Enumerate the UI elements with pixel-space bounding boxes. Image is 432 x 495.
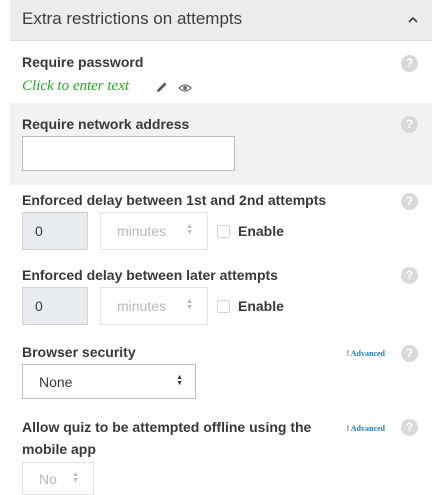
delay-first-value[interactable]: 0 (22, 212, 88, 250)
delay-later-enable-checkbox[interactable] (217, 300, 230, 313)
require-network-label: Require network address (22, 116, 190, 132)
select-arrows-icon: ▲ ▼ (186, 223, 193, 236)
help-icon[interactable]: ? (401, 55, 418, 72)
offline-selected: No (39, 471, 57, 487)
extra-restrictions-panel: Extra restrictions on attempts Require p… (10, 0, 432, 495)
delay-first-unit-select[interactable]: minutes ▲ ▼ (100, 212, 208, 250)
delay-later-label: Enforced delay between later attempts (22, 267, 278, 283)
pencil-icon[interactable] (156, 81, 168, 93)
offline-label-line2: mobile app (22, 441, 96, 457)
section-title: Extra restrictions on attempts (22, 9, 243, 28)
network-address-input[interactable] (22, 136, 235, 171)
password-click-to-edit[interactable]: Click to enter text (22, 78, 129, 95)
delay-later-unit: minutes (117, 298, 167, 314)
delay-first-label: Enforced delay between 1st and 2nd attem… (22, 192, 327, 208)
help-icon[interactable]: ? (401, 419, 418, 436)
advanced-link[interactable]: ! Advanced (347, 424, 385, 433)
require-password-label: Require password (22, 54, 144, 70)
help-icon[interactable]: ? (401, 345, 418, 362)
browser-security-label: Browser security (22, 344, 136, 360)
delay-later-unit-select[interactable]: minutes ▲ ▼ (100, 287, 208, 325)
browser-security-select[interactable]: None ▲ ▼ (22, 364, 196, 399)
delay-first-unit: minutes (117, 223, 167, 239)
advanced-link[interactable]: ! Advanced (347, 349, 385, 358)
help-icon[interactable]: ? (401, 267, 418, 284)
select-arrows-icon: ▲ ▼ (176, 374, 183, 387)
eye-icon[interactable] (178, 83, 192, 93)
select-arrows-icon: ▲ ▼ (72, 471, 79, 484)
help-icon[interactable]: ? (401, 116, 418, 133)
chevron-up-icon[interactable] (406, 13, 420, 27)
section-header[interactable]: Extra restrictions on attempts (10, 0, 432, 41)
delay-first-enable-label: Enable (238, 223, 284, 239)
select-arrows-icon: ▲ ▼ (186, 298, 193, 311)
help-icon[interactable]: ? (401, 193, 418, 210)
delay-later-value[interactable]: 0 (22, 287, 88, 325)
browser-security-selected: None (39, 374, 73, 390)
offline-label-line1: Allow quiz to be attempted offline using… (22, 419, 312, 435)
delay-first-enable-checkbox[interactable] (217, 225, 230, 238)
offline-select[interactable]: No ▲ ▼ (22, 462, 94, 495)
delay-later-enable-label: Enable (238, 298, 284, 314)
